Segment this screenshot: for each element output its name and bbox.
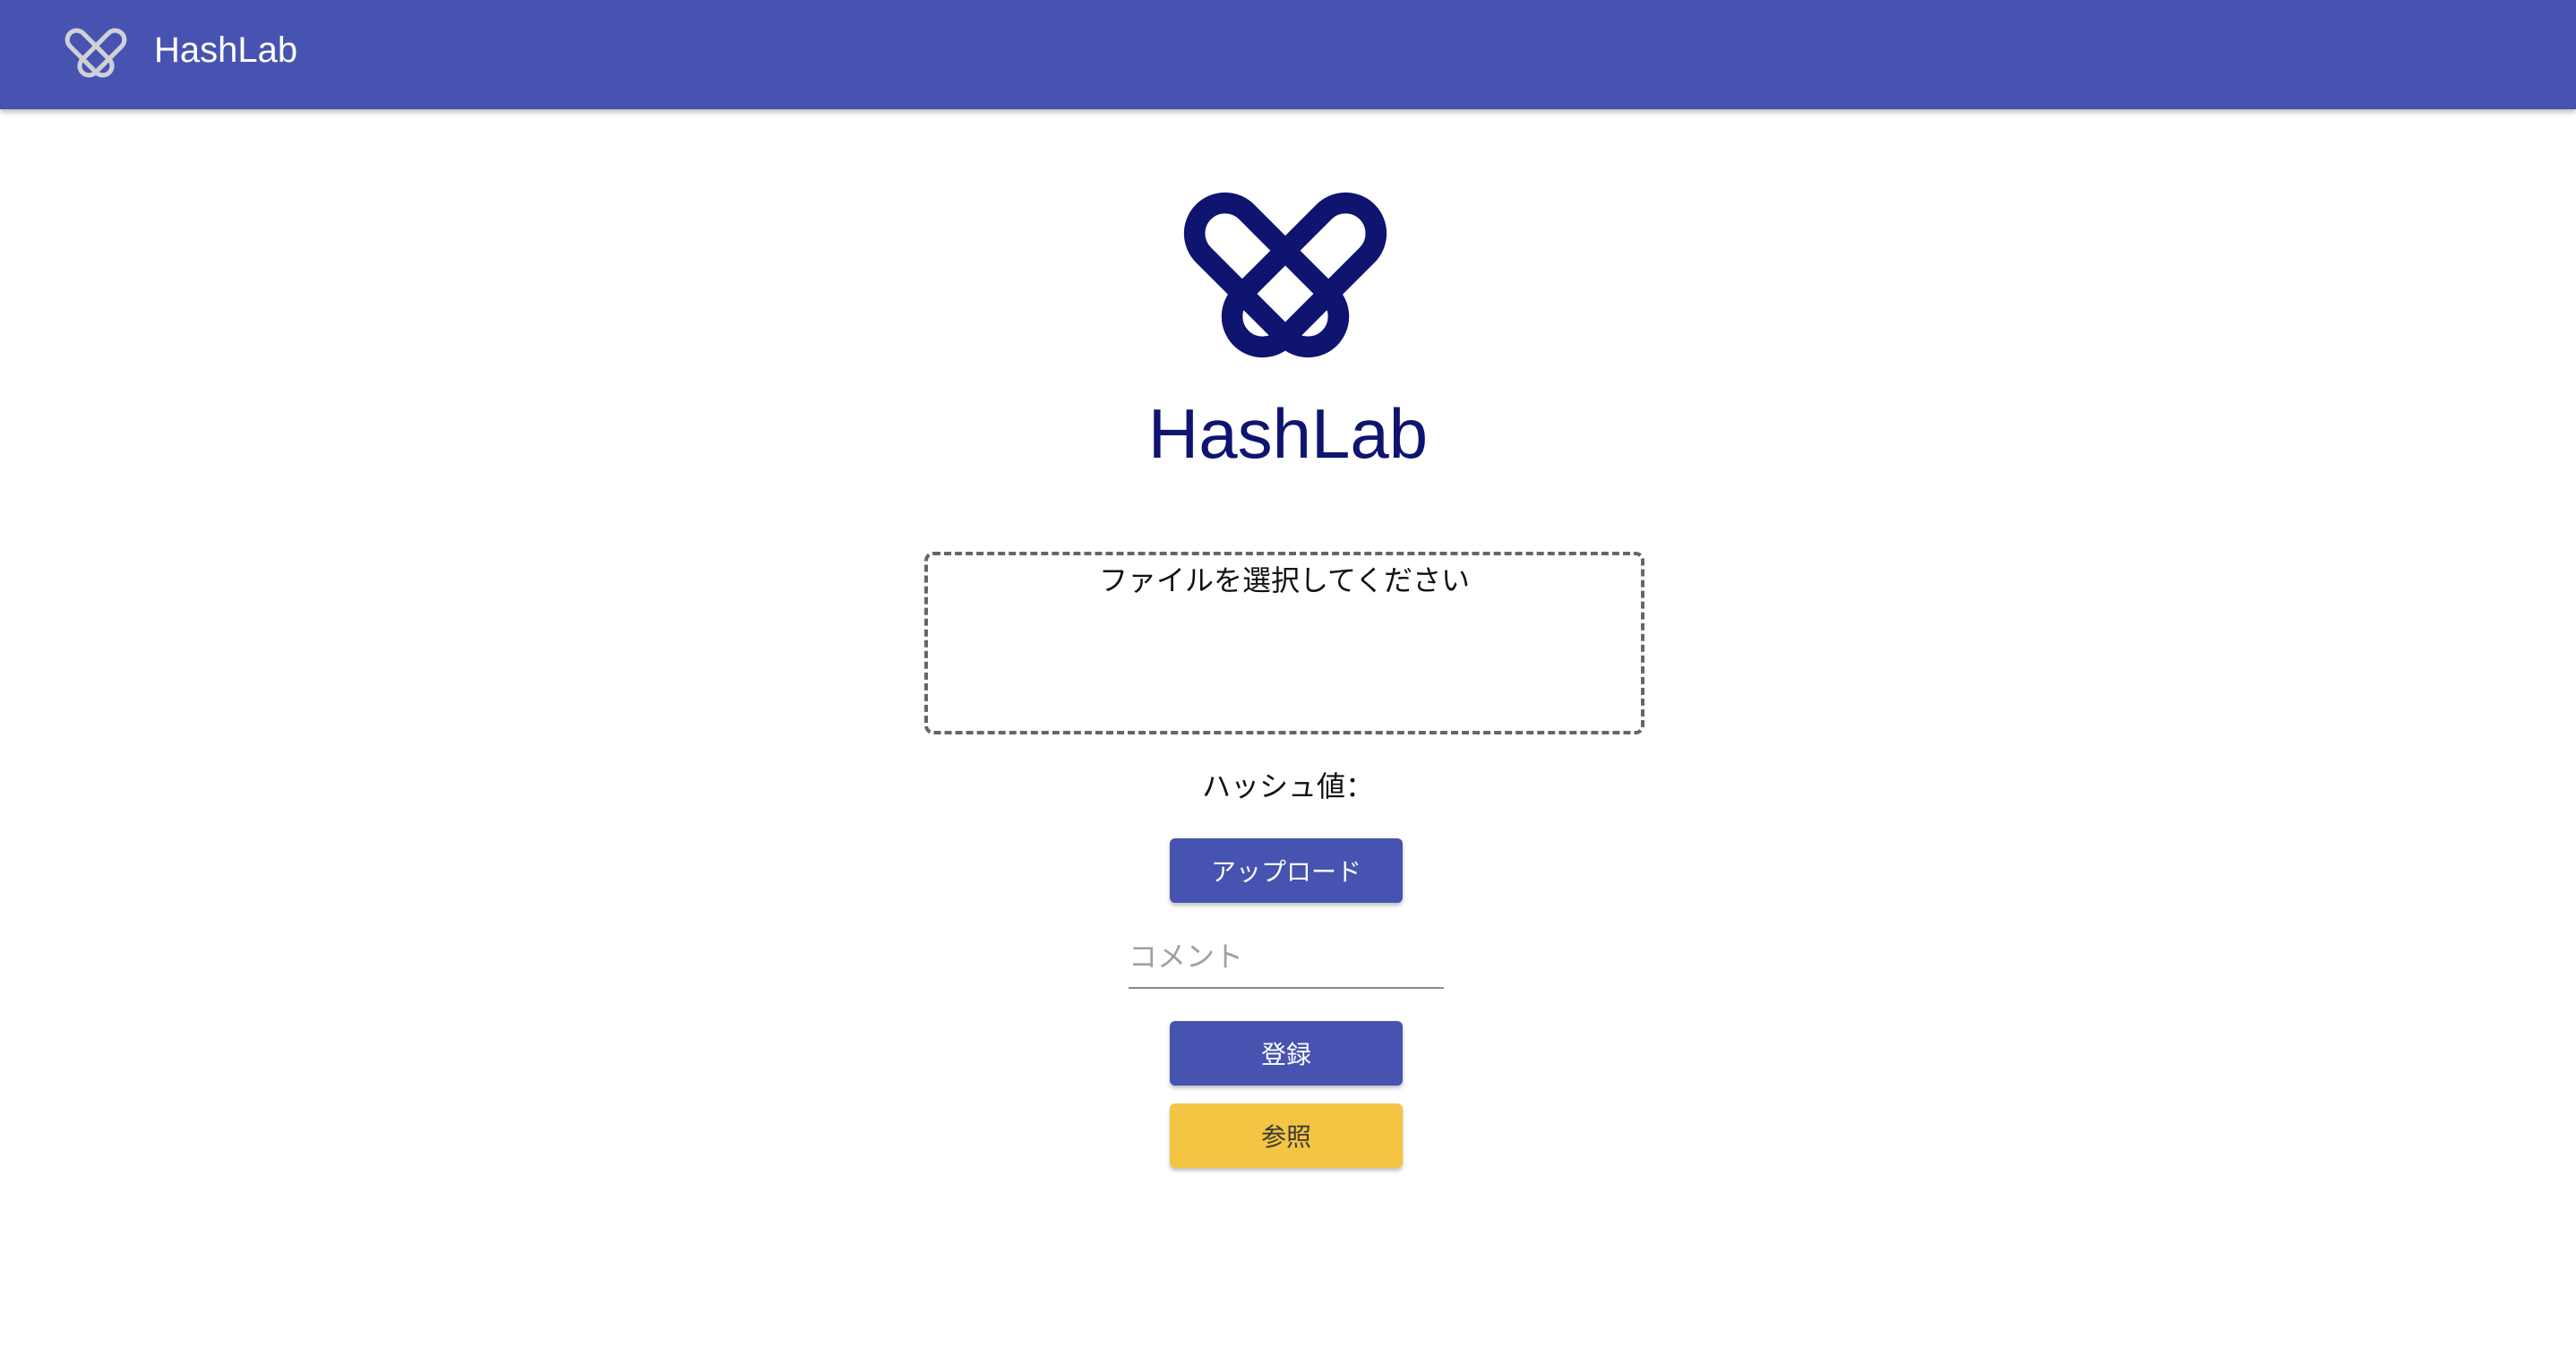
reference-button[interactable]: 参照 [1170,1103,1403,1168]
hashlab-logo-icon [1183,192,1387,358]
comment-field[interactable] [1129,928,1444,989]
register-button[interactable]: 登録 [1170,1021,1403,1086]
chain-link-icon [64,28,127,78]
file-drop-prompt: ファイルを選択してください [1098,563,1471,597]
app-bar: HashLab [0,0,2576,109]
app-title[interactable]: HashLab [154,27,297,73]
hash-value-label: ハッシュ値： [1201,769,1374,803]
hero-title: HashLab [1147,394,1429,473]
file-drop-zone[interactable]: ファイルを選択してください [924,552,1644,734]
upload-button[interactable]: アップロード [1170,838,1403,903]
comment-input[interactable] [1129,928,1444,985]
